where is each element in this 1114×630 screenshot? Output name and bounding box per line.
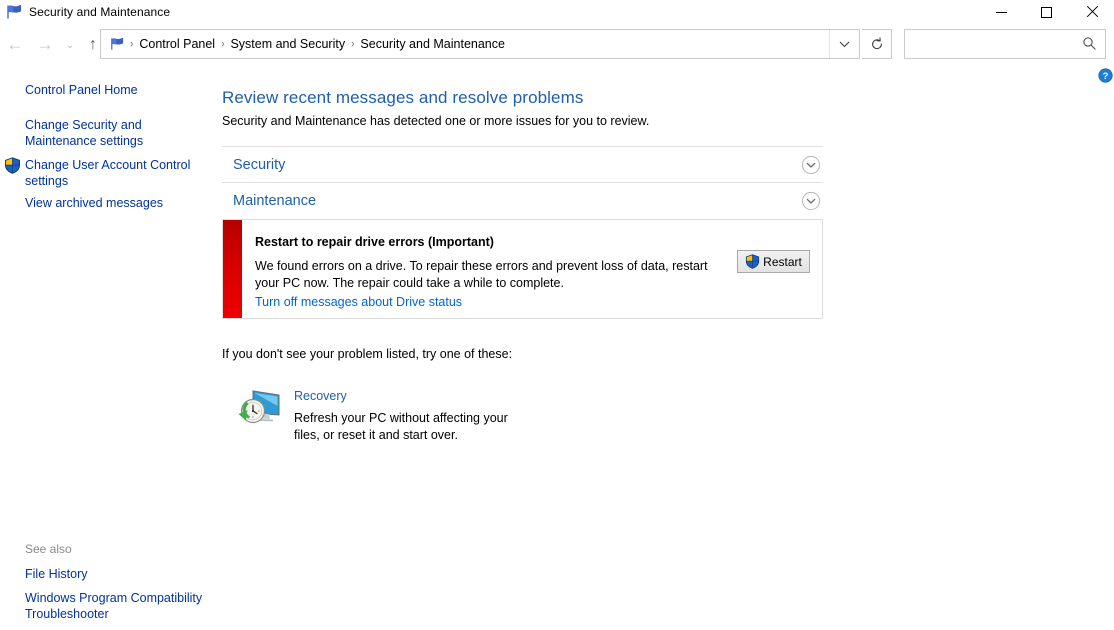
section-title-security[interactable]: Security xyxy=(233,157,285,173)
recovery-description: Refresh your PC without affecting your f… xyxy=(294,411,508,442)
address-dropdown-button[interactable] xyxy=(829,30,859,58)
uac-shield-icon xyxy=(5,157,20,174)
alert-severity-stripe xyxy=(223,220,242,318)
breadcrumb-separator: › xyxy=(221,37,225,51)
recent-locations-button[interactable]: ⌄ xyxy=(60,30,80,60)
alert-body-text: We found errors on a drive. To repair th… xyxy=(255,259,708,290)
search-box[interactable] xyxy=(904,29,1106,59)
restart-button[interactable]: Restart xyxy=(737,250,810,273)
flag-icon xyxy=(111,37,124,50)
close-icon xyxy=(1086,6,1098,18)
search-icon[interactable] xyxy=(1082,36,1097,51)
recovery-icon[interactable] xyxy=(236,384,282,435)
see-also-heading: See also xyxy=(25,542,72,556)
window-controls xyxy=(979,0,1114,24)
page-subtitle: Security and Maintenance has detected on… xyxy=(222,114,650,128)
navigation-bar: ← → ⌄ ↑ › Control Panel › System and Sec… xyxy=(0,28,1114,62)
page-title: Review recent messages and resolve probl… xyxy=(222,88,584,107)
nav-arrow-group: ← → ⌄ ↑ xyxy=(0,28,106,62)
main-content: Review recent messages and resolve probl… xyxy=(221,72,1114,630)
minimize-icon xyxy=(996,12,1007,13)
sidebar-item-change-uac-settings[interactable]: Change User Account Control settings xyxy=(25,157,205,189)
breadcrumb-item-control-panel[interactable]: Control Panel xyxy=(134,35,220,53)
sidebar-item-view-archived-messages[interactable]: View archived messages xyxy=(25,195,210,211)
sidebar-item-control-panel-home[interactable]: Control Panel Home xyxy=(25,82,210,98)
window-title: Security and Maintenance xyxy=(29,5,171,19)
refresh-icon xyxy=(871,37,882,50)
address-bar[interactable]: › Control Panel › System and Security › … xyxy=(100,29,860,59)
turn-off-messages-link[interactable]: Turn off messages about Drive status xyxy=(255,295,462,309)
search-input[interactable] xyxy=(912,34,1077,54)
section-header-maintenance[interactable]: Maintenance xyxy=(222,182,823,218)
recovery-link[interactable]: Recovery xyxy=(294,389,347,403)
refresh-button[interactable] xyxy=(862,29,892,59)
section-header-security[interactable]: Security xyxy=(222,146,823,182)
chevron-down-icon xyxy=(839,41,850,47)
uac-shield-icon xyxy=(746,254,760,269)
sidebar: Control Panel Home Change Security and M… xyxy=(0,72,220,630)
breadcrumb: › Control Panel › System and Security › … xyxy=(129,35,510,53)
breadcrumb-item-system-and-security[interactable]: System and Security xyxy=(225,35,350,53)
close-button[interactable] xyxy=(1069,0,1114,24)
sidebar-item-change-settings[interactable]: Change Security and Maintenance settings xyxy=(25,117,155,149)
see-also-item-file-history[interactable]: File History xyxy=(25,566,205,582)
section-title-maintenance[interactable]: Maintenance xyxy=(233,193,316,209)
minimize-button[interactable] xyxy=(979,0,1024,24)
restart-button-label: Restart xyxy=(763,254,802,269)
flag-icon xyxy=(7,4,21,19)
chevron-down-circle-icon[interactable] xyxy=(801,155,821,180)
breadcrumb-separator: › xyxy=(130,37,134,51)
title-bar: Security and Maintenance xyxy=(0,0,1114,24)
alert-title: Restart to repair drive errors (Importan… xyxy=(255,235,494,249)
maximize-icon xyxy=(1041,6,1052,18)
chevron-down-circle-icon[interactable] xyxy=(801,191,821,216)
forward-button[interactable]: → xyxy=(30,30,60,60)
maximize-button[interactable] xyxy=(1024,0,1069,24)
suggestions-label: If you don't see your problem listed, tr… xyxy=(222,347,513,361)
see-also-item-compatibility-troubleshooter[interactable]: Windows Program Compatibility Troublesho… xyxy=(25,590,205,622)
breadcrumb-separator: › xyxy=(351,37,355,51)
alert-panel-drive-errors: Restart to repair drive errors (Importan… xyxy=(222,219,823,319)
breadcrumb-item-security-and-maintenance[interactable]: Security and Maintenance xyxy=(355,35,510,53)
control-panel-window: Security and Maintenance ← → ⌄ ↑ › Contr… xyxy=(0,0,1114,630)
back-button[interactable]: ← xyxy=(0,30,30,60)
